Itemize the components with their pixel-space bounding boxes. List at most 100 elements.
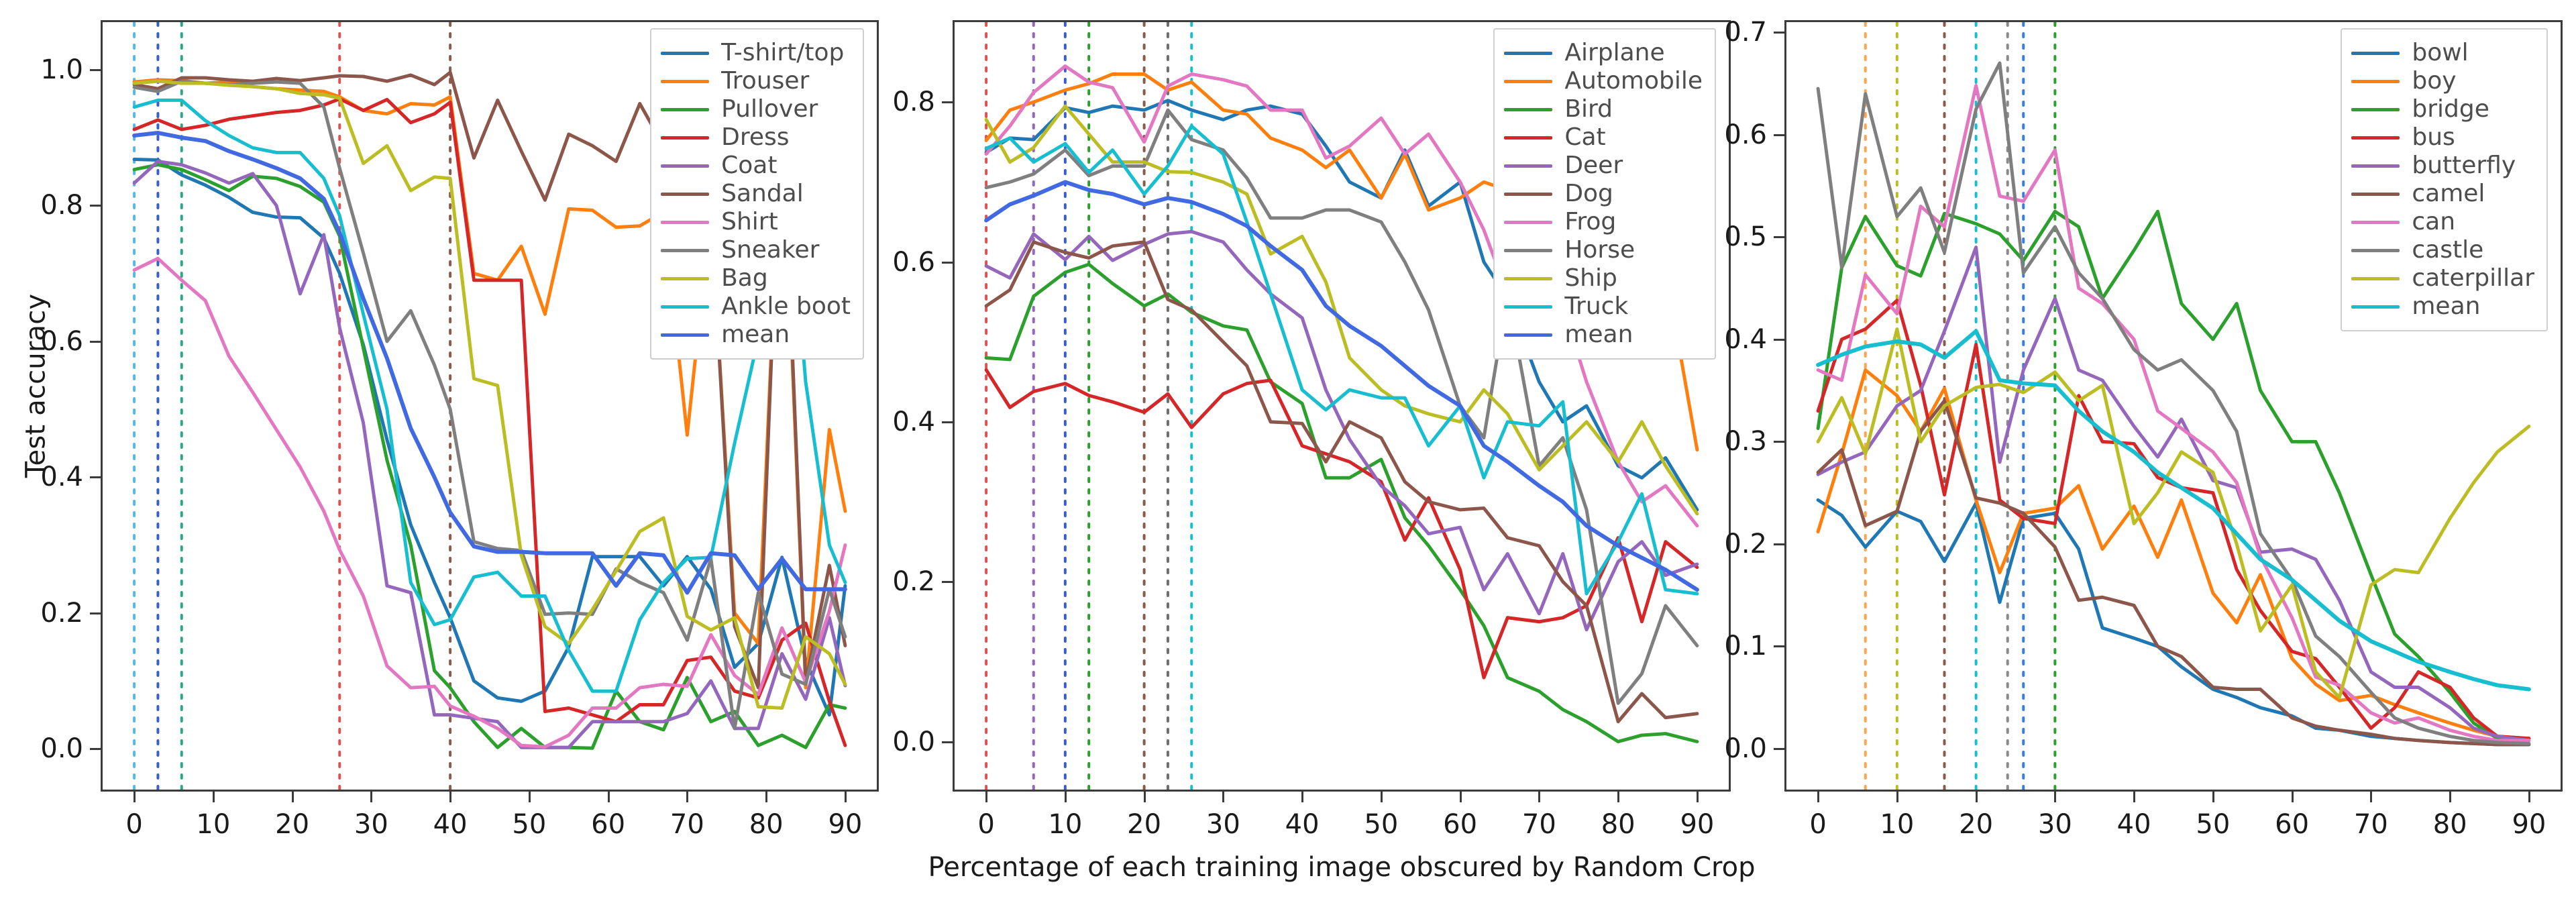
- y-tick-label: 0.6: [1724, 119, 1767, 150]
- legend-swatch-icon: [661, 136, 710, 140]
- legend-swatch-icon: [1504, 107, 1553, 111]
- x-tick-label: 50: [2196, 809, 2231, 840]
- x-tick-label: 80: [2432, 809, 2467, 840]
- legend-swatch-icon: [2351, 79, 2400, 83]
- figure-root: Test accuracy 0.0 0.2 0.4 0.6 0.8 1.0 0 10 20 30 4…: [0, 0, 2576, 911]
- legend-swatch-icon: [2351, 305, 2400, 309]
- legend-swatch-icon: [2351, 51, 2400, 55]
- legend-item-sneaker[interactable]: Sneaker: [661, 236, 851, 264]
- legend-item-label: Dress: [721, 123, 790, 151]
- legend-item-ship[interactable]: Ship: [1504, 264, 1703, 292]
- legend-item-label: Airplane: [1564, 39, 1665, 66]
- legend-item-cat[interactable]: Cat: [1504, 123, 1703, 152]
- x-tick-label: 60: [2275, 809, 2310, 840]
- legend-item-bird[interactable]: Bird: [1504, 95, 1703, 123]
- x-axis-label: Percentage of each training image obscur…: [928, 852, 1756, 883]
- legend-item-pullover[interactable]: Pullover: [661, 95, 851, 123]
- x-tick-label: 20: [1959, 809, 1994, 840]
- legend-item-bag[interactable]: Bag: [661, 264, 851, 292]
- legend-swatch-icon: [2351, 248, 2400, 252]
- legend-item-horse[interactable]: Horse: [1504, 236, 1703, 264]
- legend-item-sandal[interactable]: Sandal: [661, 180, 851, 208]
- legend-item-bowl[interactable]: bowl: [2351, 39, 2534, 67]
- legend-swatch-icon: [1504, 305, 1553, 309]
- legend-panel-1[interactable]: T-shirt/top Trouser Pullover Dress Coat Sanda…: [650, 28, 864, 360]
- legend-item-label: Dog: [1564, 180, 1613, 207]
- legend-swatch-icon: [661, 276, 710, 280]
- legend-item-label: Sandal: [721, 180, 804, 207]
- legend-item-truck[interactable]: Truck: [1504, 292, 1703, 321]
- legend-item-label: castle: [2412, 236, 2484, 264]
- legend-item-dress[interactable]: Dress: [661, 123, 851, 152]
- y-tick-mark: [1774, 747, 1784, 750]
- legend-swatch-icon: [661, 51, 710, 55]
- x-tick-mark: [2212, 792, 2214, 802]
- legend-item-label: Coat: [721, 152, 777, 179]
- legend-swatch-icon: [2351, 107, 2400, 111]
- legend-item-bridge[interactable]: bridge: [2351, 95, 2534, 123]
- legend-item-label: mean: [2412, 292, 2481, 320]
- legend-item-label: Sneaker: [721, 236, 820, 264]
- legend-item-mean[interactable]: mean: [1504, 321, 1703, 349]
- legend-panel-3[interactable]: bowl boy bridge bus butterfly camel can castle c…: [2341, 28, 2548, 331]
- y-tick-label: 0.3: [1724, 426, 1767, 458]
- legend-swatch-icon: [1504, 192, 1553, 196]
- x-tick-mark: [2449, 792, 2452, 802]
- legend-item-caterpillar[interactable]: caterpillar: [2351, 264, 2534, 292]
- legend-item-label: Ship: [1564, 264, 1617, 292]
- legend-swatch-icon: [1504, 136, 1553, 140]
- legend-swatch-icon: [2351, 164, 2400, 168]
- legend-item-t-shirt-top[interactable]: T-shirt/top: [661, 39, 851, 67]
- y-tick-label: 0.2: [1724, 528, 1767, 559]
- y-tick-mark: [1774, 133, 1784, 136]
- legend-item-bus[interactable]: bus: [2351, 123, 2534, 152]
- legend-item-label: Cat: [1564, 123, 1606, 151]
- legend-item-automobile[interactable]: Automobile: [1504, 67, 1703, 95]
- y-tick-mark: [1774, 32, 1784, 34]
- legend-item-label: boy: [2412, 67, 2457, 95]
- x-tick-mark: [2054, 792, 2057, 802]
- legend-item-label: Ankle boot: [721, 292, 851, 320]
- legend-item-dog[interactable]: Dog: [1504, 180, 1703, 208]
- y-tick-mark: [1774, 645, 1784, 648]
- legend-item-shirt[interactable]: Shirt: [661, 208, 851, 236]
- legend-item-label: Pullover: [721, 95, 818, 123]
- y-tick-mark: [1774, 338, 1784, 341]
- legend-item-boy[interactable]: boy: [2351, 67, 2534, 95]
- legend-item-mean[interactable]: mean: [661, 321, 851, 349]
- legend-item-trouser[interactable]: Trouser: [661, 67, 851, 95]
- legend-item-label: T-shirt/top: [721, 39, 845, 66]
- legend-swatch-icon: [1504, 79, 1553, 83]
- x-tick-label: 70: [2353, 809, 2388, 840]
- panels-container: 0.0 0.2 0.4 0.6 0.8 1.0 0 10 20 30 40 50 60 70 80 90 T-s…: [0, 0, 2576, 911]
- x-tick-mark: [2370, 792, 2373, 802]
- legend-item-label: Frog: [1564, 208, 1617, 235]
- legend-item-mean[interactable]: mean: [2351, 292, 2534, 321]
- x-tick-mark: [1817, 792, 1820, 802]
- legend-swatch-icon: [2351, 220, 2400, 224]
- legend-item-ankle-boot[interactable]: Ankle boot: [661, 292, 851, 321]
- legend-item-label: butterfly: [2412, 152, 2516, 179]
- legend-item-label: Truck: [1564, 292, 1629, 320]
- legend-item-butterfly[interactable]: butterfly: [2351, 152, 2534, 180]
- legend-swatch-icon: [661, 305, 710, 309]
- legend-item-coat[interactable]: Coat: [661, 152, 851, 180]
- legend-item-label: camel: [2412, 180, 2485, 207]
- legend-item-label: bus: [2412, 123, 2455, 151]
- legend-item-label: Shirt: [721, 208, 778, 235]
- chart-panel-3: 0.0 0.1 0.2 0.3 0.4 0.5 0.6 0.7 0 10 20 30 40 50 60 70 8…: [0, 0, 2576, 911]
- legend-item-label: Automobile: [1564, 67, 1703, 95]
- legend-item-deer[interactable]: Deer: [1504, 152, 1703, 180]
- y-tick-mark: [1774, 543, 1784, 545]
- legend-item-can[interactable]: can: [2351, 208, 2534, 236]
- legend-swatch-icon: [1504, 220, 1553, 224]
- legend-item-airplane[interactable]: Airplane: [1504, 39, 1703, 67]
- legend-swatch-icon: [2351, 276, 2400, 280]
- legend-item-castle[interactable]: castle: [2351, 236, 2534, 264]
- x-tick-mark: [1896, 792, 1898, 802]
- legend-item-frog[interactable]: Frog: [1504, 208, 1703, 236]
- x-tick-mark: [2133, 792, 2136, 802]
- legend-panel-2[interactable]: Airplane Automobile Bird Cat Deer Dog Frog Hors…: [1493, 28, 1716, 360]
- legend-item-camel[interactable]: camel: [2351, 180, 2534, 208]
- legend-item-label: Deer: [1564, 152, 1623, 179]
